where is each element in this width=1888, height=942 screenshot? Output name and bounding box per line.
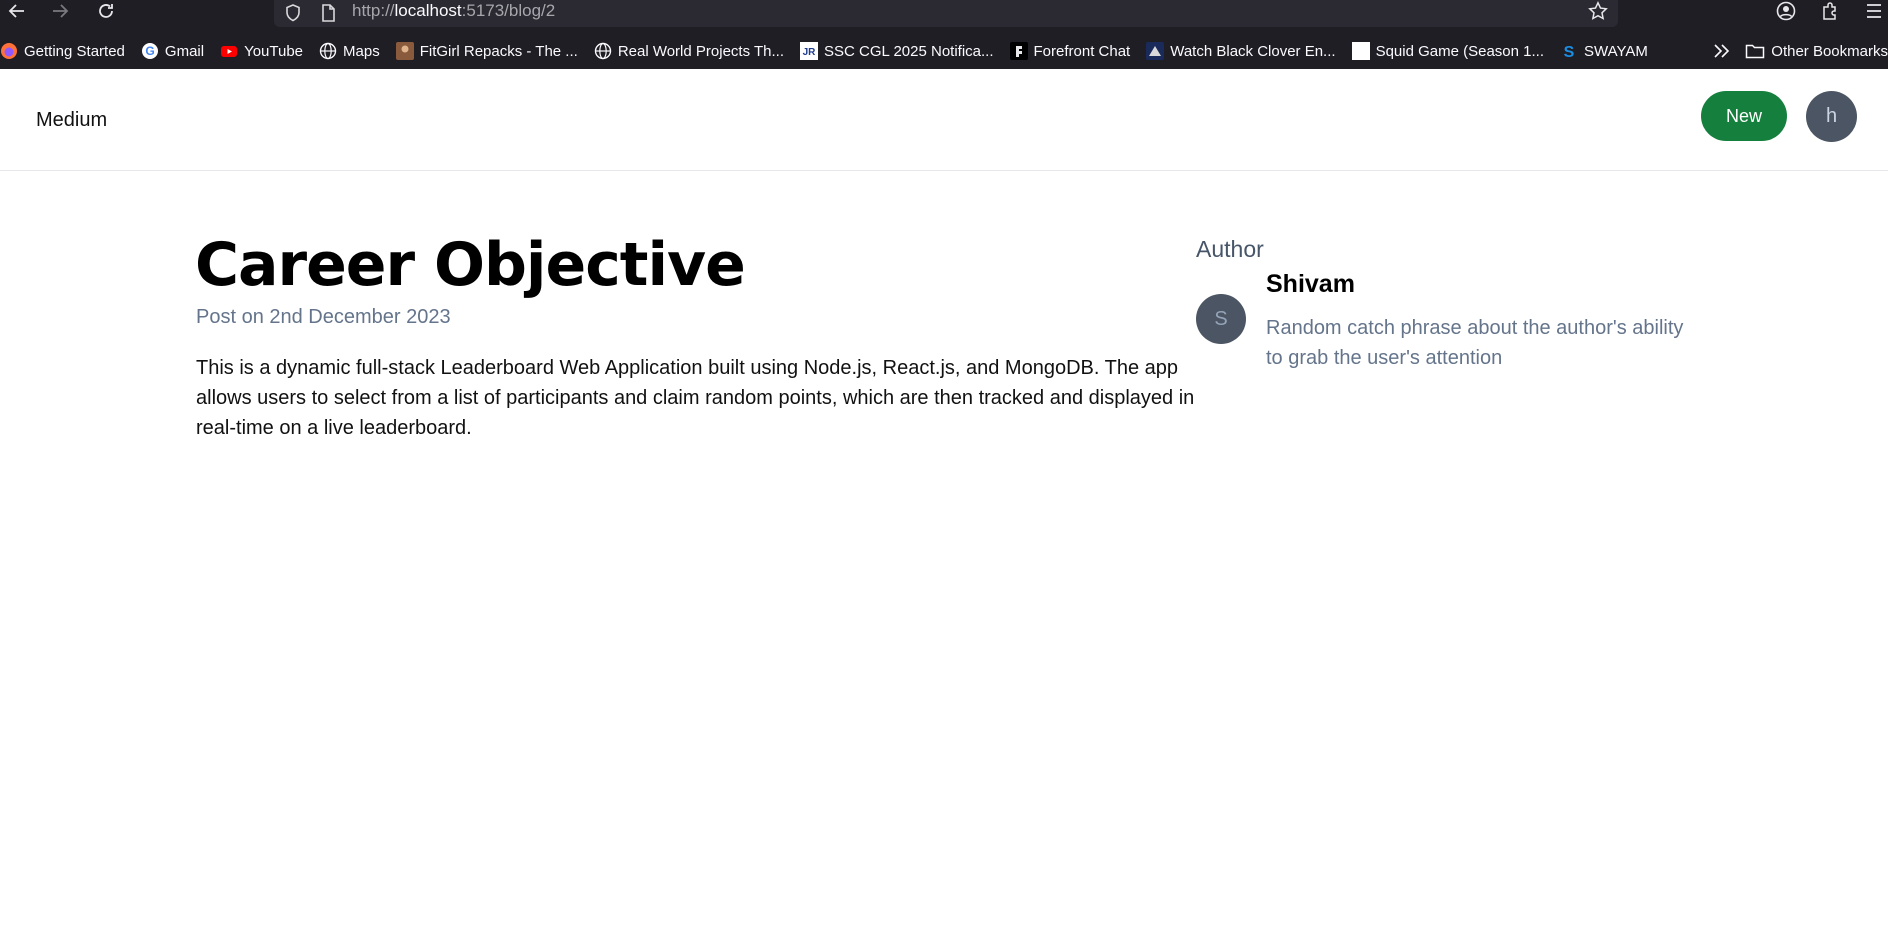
bookmark-label: Getting Started xyxy=(24,42,125,60)
anime-icon xyxy=(1146,42,1165,60)
google-icon: G xyxy=(141,42,159,60)
extensions-button[interactable] xyxy=(1816,0,1844,22)
bookmark-label: YouTube xyxy=(244,42,304,60)
youtube-icon xyxy=(220,42,238,60)
forward-arrow-icon xyxy=(53,4,69,18)
fitgirl-icon xyxy=(395,42,414,60)
url-prefix: http:// xyxy=(352,1,395,20)
jr-icon: JR xyxy=(799,42,818,60)
bookmark-label: SWAYAM xyxy=(1584,42,1648,60)
forefront-icon xyxy=(1009,42,1028,60)
bookmark-item[interactable]: S SWAYAM xyxy=(1560,38,1654,64)
url-text[interactable]: http://localhost:5173/blog/2 xyxy=(352,1,555,21)
back-button[interactable] xyxy=(2,0,32,22)
globe-icon xyxy=(594,42,612,60)
bookmarks-toolbar: Getting Started G Gmail YouTube Maps FitGirl … xyxy=(0,38,1888,64)
account-button[interactable] xyxy=(1772,0,1800,22)
svg-text:JR: JR xyxy=(803,47,817,58)
bookmark-star-icon[interactable] xyxy=(1588,1,1608,27)
bookmark-item[interactable]: Squid Game (Season 1... xyxy=(1351,38,1550,64)
menu-button[interactable] xyxy=(1860,0,1888,22)
author-section-label: Author xyxy=(1196,236,1264,262)
bookmark-item[interactable]: Watch Black Clover En... xyxy=(1146,38,1341,64)
bookmark-label: Forefront Chat xyxy=(1033,42,1131,60)
globe-icon xyxy=(319,42,337,60)
bookmark-item[interactable]: Getting Started xyxy=(0,38,131,64)
other-bookmarks-label: Other Bookmarks xyxy=(1771,42,1888,60)
post-date: Post on 2nd December 2023 xyxy=(196,306,451,328)
bookmark-item[interactable]: YouTube xyxy=(220,38,309,64)
bookmark-item[interactable]: FitGirl Repacks - The ... xyxy=(395,38,584,64)
bookmark-label: Watch Black Clover En... xyxy=(1170,42,1336,60)
shield-icon[interactable] xyxy=(284,3,304,23)
browser-chrome: http://localhost:5173/blog/2 Getting Sta… xyxy=(0,0,1888,69)
brand-logo[interactable]: Medium xyxy=(36,109,107,132)
account-icon xyxy=(1776,1,1796,21)
author-name: Shivam xyxy=(1266,270,1355,298)
bookmark-label: Squid Game (Season 1... xyxy=(1375,42,1545,60)
bookmark-item[interactable]: Real World Projects Th... xyxy=(594,38,790,64)
app-header: Medium New h xyxy=(0,69,1888,171)
user-avatar[interactable]: h xyxy=(1806,91,1857,142)
svg-text:S: S xyxy=(1564,44,1575,60)
bookmark-item[interactable]: G Gmail xyxy=(141,38,210,64)
post-content: This is a dynamic full-stack Leaderboard… xyxy=(196,357,1195,439)
url-bar[interactable]: http://localhost:5173/blog/2 xyxy=(274,0,1618,27)
browser-toolbar: http://localhost:5173/blog/2 xyxy=(0,0,1888,28)
forward-button[interactable] xyxy=(45,0,75,22)
bookmark-label: FitGirl Repacks - The ... xyxy=(419,42,578,60)
post-title: Career Objective xyxy=(195,230,746,300)
firefox-icon xyxy=(0,42,18,60)
puzzle-icon xyxy=(1823,2,1836,20)
page-icon[interactable] xyxy=(320,3,340,23)
chevrons-right-icon[interactable] xyxy=(1713,43,1731,59)
url-path: :5173/blog/2 xyxy=(461,1,556,20)
reload-button[interactable] xyxy=(91,0,121,22)
author-avatar: S xyxy=(1196,294,1246,344)
folder-icon xyxy=(1746,44,1765,59)
blank-page-icon xyxy=(1351,42,1370,60)
bookmark-label: Maps xyxy=(343,42,380,60)
new-post-button[interactable]: New xyxy=(1701,91,1787,141)
other-bookmarks[interactable]: Other Bookmarks xyxy=(1745,43,1888,60)
reload-icon xyxy=(99,4,113,18)
url-host: localhost xyxy=(394,1,462,20)
hamburger-icon xyxy=(1867,4,1881,18)
swayam-icon: S xyxy=(1560,42,1578,60)
bookmarks-overflow: Other Bookmarks xyxy=(1713,38,1888,64)
bookmark-label: Real World Projects Th... xyxy=(617,42,784,60)
bookmark-item[interactable]: JR SSC CGL 2025 Notifica... xyxy=(799,38,1000,64)
bookmark-item[interactable]: Maps xyxy=(319,38,386,64)
bookmark-item[interactable]: Forefront Chat xyxy=(1009,38,1137,64)
author-bio: Random catch phrase about the author's a… xyxy=(1266,317,1684,369)
bookmark-label: SSC CGL 2025 Notifica... xyxy=(823,42,994,60)
back-arrow-icon xyxy=(8,4,24,18)
bookmark-label: Gmail xyxy=(164,42,205,60)
svg-text:G: G xyxy=(145,44,154,58)
